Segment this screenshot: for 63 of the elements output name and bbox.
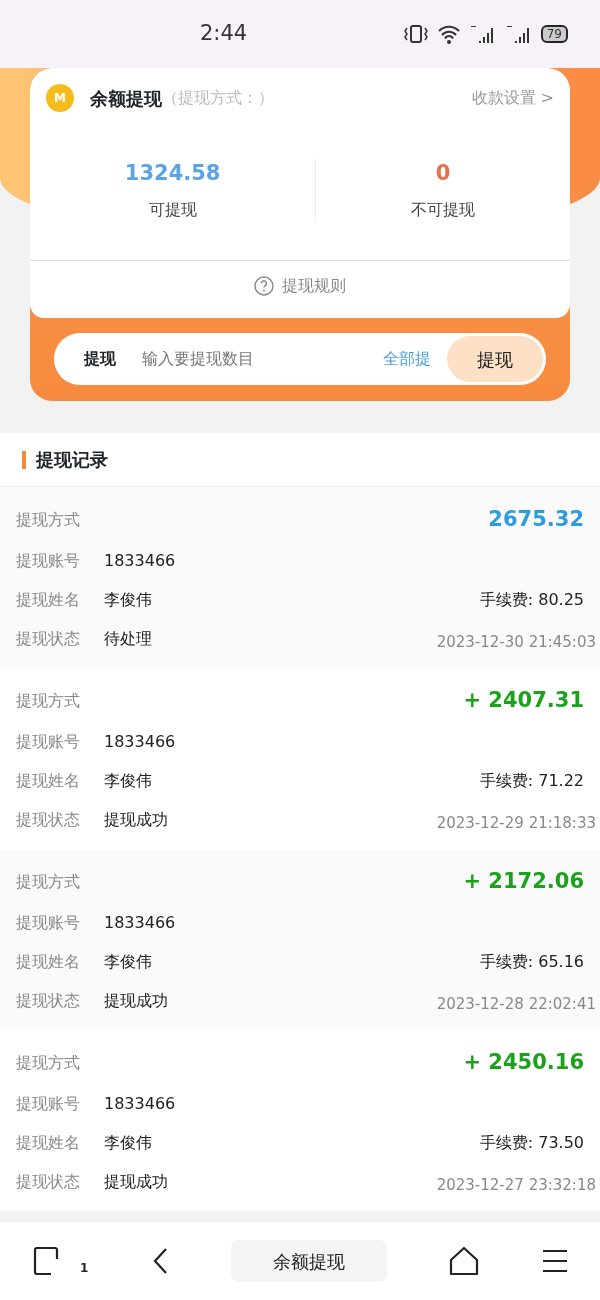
battery-icon: 79 <box>540 25 568 43</box>
fee-text: 手续费: 71.22 <box>479 769 584 792</box>
help-icon <box>254 275 274 296</box>
rules-link[interactable]: 提现规则 <box>282 273 346 298</box>
field-value: 提现成功 <box>104 989 168 1012</box>
card-title: 余额提现 <box>90 86 162 111</box>
menu-icon[interactable] <box>541 1248 570 1274</box>
balance-amount: 0 <box>434 160 452 188</box>
record-time: 2023-12-28 22:02:41 <box>436 994 596 1016</box>
field-value: 李俊伟 <box>104 769 152 792</box>
balance-amount: 1324.58 <box>123 160 222 188</box>
field-value: 1833466 <box>104 1092 176 1115</box>
fee-text: 手续费: 65.16 <box>479 950 584 973</box>
tab-count: 1 <box>79 1260 89 1277</box>
field-label: 提现状态 <box>16 1170 81 1193</box>
withdraw-amount: + 2450.16 <box>463 1049 584 1077</box>
fee-text: 手续费: 73.50 <box>479 1131 584 1154</box>
field-label: 提现状态 <box>16 627 81 650</box>
withdraw-amount: + 2407.31 <box>463 687 584 715</box>
field-value: 1833466 <box>104 549 176 572</box>
field-label: 提现账号 <box>16 911 81 934</box>
withdraw-amount: 2675.32 <box>488 506 584 534</box>
withdraw-button[interactable]: 提现 <box>447 336 543 382</box>
field-label: 提现状态 <box>16 808 81 831</box>
clock: 2:44 <box>200 20 248 48</box>
field-label: 提现方式 <box>16 509 81 531</box>
field-value: 待处理 <box>104 627 152 650</box>
vibrate-icon <box>402 24 429 44</box>
field-value: 提现成功 <box>104 1170 168 1193</box>
field-value: 李俊伟 <box>104 950 152 973</box>
fee-text: 手续费: 80.25 <box>479 588 584 611</box>
field-value: 1833466 <box>104 911 176 934</box>
record-time: 2023-12-29 21:18:33 <box>436 813 596 835</box>
accent-bar <box>22 450 26 469</box>
page-title-button[interactable]: 余额提现 <box>230 1240 387 1282</box>
field-label: 提现账号 <box>16 730 81 753</box>
field-label: 提现姓名 <box>16 769 81 792</box>
field-label: 提现账号 <box>16 549 81 572</box>
home-icon[interactable] <box>448 1246 481 1276</box>
withdraw-all-link[interactable]: 全部提 <box>383 347 431 371</box>
coin-icon: M <box>46 84 74 112</box>
settings-link[interactable]: 收款设置 > <box>471 86 554 110</box>
section-title: 提现记录 <box>36 448 108 472</box>
record-time: 2023-12-30 21:45:03 <box>436 632 596 654</box>
field-value: 李俊伟 <box>104 588 152 611</box>
balance-label: 不可提现 <box>410 198 477 221</box>
field-value: 1833466 <box>104 730 176 753</box>
card-subtitle: （提现方式：） <box>162 87 274 109</box>
field-label: 提现方式 <box>16 871 81 893</box>
field-label: 提现方式 <box>16 1052 81 1074</box>
field-label: 提现账号 <box>16 1092 81 1115</box>
record-time: 2023-12-27 23:32:18 <box>436 1175 596 1197</box>
withdraw-amount: + 2172.06 <box>463 868 584 896</box>
field-label: 提现姓名 <box>16 950 81 973</box>
wifi-icon <box>436 24 461 44</box>
balance-label: 可提现 <box>147 198 198 221</box>
field-value: 提现成功 <box>104 808 168 831</box>
field-label: 提现方式 <box>16 690 81 712</box>
field-label: 提现姓名 <box>16 588 81 611</box>
withdraw-label: 提现 <box>84 348 116 370</box>
field-label: 提现状态 <box>16 989 81 1012</box>
field-label: 提现姓名 <box>16 1131 81 1154</box>
field-value: 李俊伟 <box>104 1131 152 1154</box>
